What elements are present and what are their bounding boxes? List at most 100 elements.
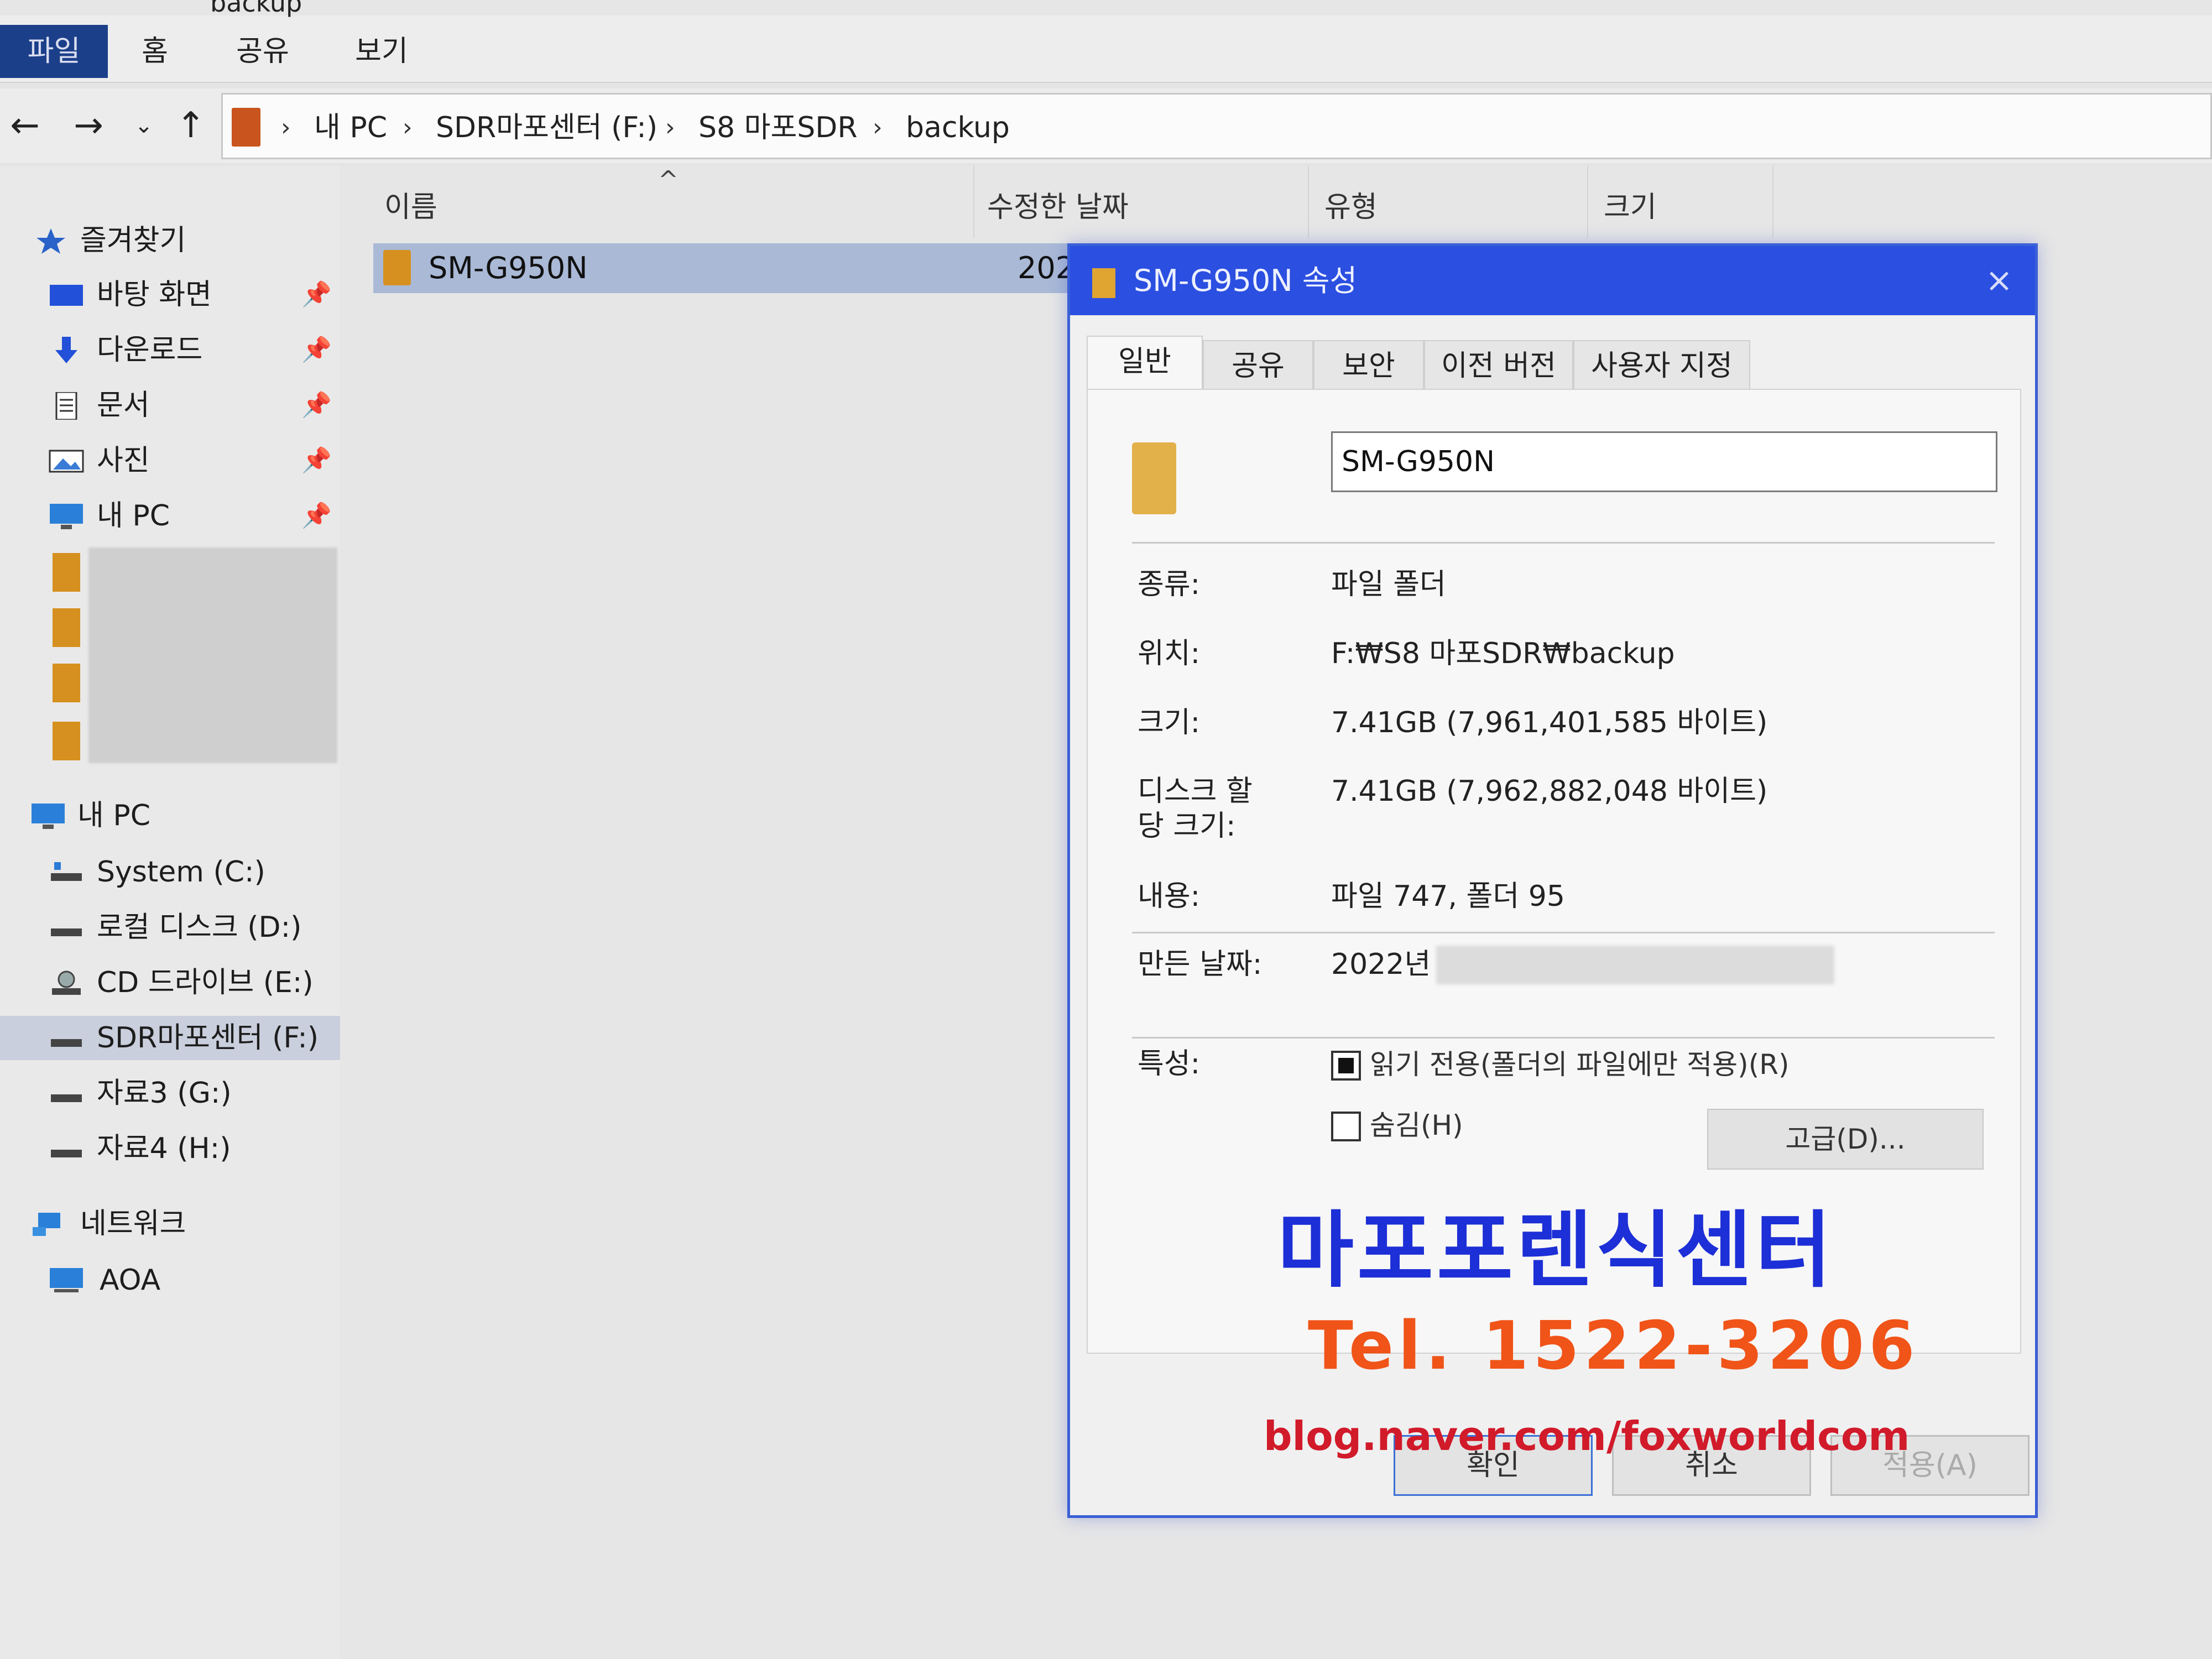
- tab-general[interactable]: 일반: [1087, 336, 1203, 391]
- column-header-name[interactable]: 이름: [384, 177, 437, 238]
- sidebar-item-label: 바탕 화면: [97, 278, 212, 311]
- sidebar-item-drive-g[interactable]: 자료3 (G:): [0, 1071, 340, 1115]
- folder-icon: [53, 722, 80, 760]
- drive-icon: [51, 1094, 82, 1102]
- size-label: 크기:: [1138, 706, 1201, 739]
- attributes-label: 특성:: [1138, 1047, 1201, 1081]
- sidebar-item-label: System (C:): [97, 855, 265, 889]
- dialog-title-bar[interactable]: SM-G950N 속성 ×: [1070, 246, 2035, 315]
- sidebar-item-label: SDR마포센터 (F:): [97, 1021, 319, 1055]
- sidebar-item-network[interactable]: 네트워크: [0, 1202, 340, 1246]
- column-header-modified[interactable]: 수정한 날짜: [987, 177, 1129, 238]
- sidebar-item-label: 즐겨찾기: [80, 224, 186, 257]
- sidebar-item-drive-f[interactable]: SDR마포센터 (F:): [0, 1016, 340, 1060]
- breadcrumb-separator-icon: ›: [665, 113, 675, 142]
- pin-icon: 📌: [301, 446, 332, 474]
- sidebar-item-drive-h[interactable]: 자료4 (H:): [0, 1126, 340, 1171]
- sidebar-item-drive-c[interactable]: System (C:): [0, 850, 340, 894]
- sidebar-item-label: 자료3 (G:): [97, 1077, 232, 1110]
- recent-locations-chevron-icon[interactable]: ⌄: [119, 101, 169, 150]
- hidden-checkbox[interactable]: [1331, 1112, 1361, 1141]
- drive-icon: [51, 1039, 82, 1047]
- divider: [1132, 542, 1995, 544]
- sidebar-item-pictures[interactable]: 사진 📌: [0, 439, 340, 483]
- tab-previous-versions[interactable]: 이전 버전: [1424, 340, 1573, 390]
- sidebar-item-quick-access[interactable]: 즐겨찾기: [0, 218, 340, 263]
- sidebar-item-drive-e[interactable]: CD 드라이브 (E:): [0, 961, 340, 1005]
- sidebar-item-label: 내 PC: [97, 499, 170, 533]
- ribbon-tab-file[interactable]: 파일: [0, 25, 108, 78]
- breadcrumb-separator-icon: ›: [873, 113, 883, 142]
- window-title: backup: [210, 0, 302, 18]
- up-arrow-icon[interactable]: ↑: [166, 101, 216, 150]
- readonly-label[interactable]: 읽기 전용(폴더의 파일에만 적용)(R): [1370, 1048, 1789, 1081]
- tab-customize[interactable]: 사용자 지정: [1573, 340, 1750, 390]
- folder-icon: [53, 608, 80, 647]
- back-arrow-icon[interactable]: ←: [0, 101, 50, 150]
- folder-name-input[interactable]: [1331, 431, 1997, 492]
- network-icon: [33, 1213, 60, 1236]
- download-arrow-icon: [55, 337, 77, 363]
- cd-drive-icon: [52, 971, 81, 995]
- watermark-blog-url: blog.naver.com/foxworldcom: [1264, 1413, 1910, 1459]
- sidebar-item-downloads[interactable]: 다운로드 📌: [0, 328, 340, 372]
- folder-icon: [53, 664, 80, 702]
- tab-sharing[interactable]: 공유: [1203, 340, 1313, 390]
- sidebar-item-label: 문서: [97, 389, 150, 422]
- folder-icon: [232, 108, 260, 147]
- advanced-button[interactable]: 고급(D)...: [1707, 1109, 1984, 1170]
- document-icon: [55, 392, 77, 420]
- column-divider[interactable]: [1308, 166, 1309, 238]
- dialog-tabs: 일반 공유 보안 이전 버전 사용자 지정: [1087, 336, 2027, 391]
- tab-security[interactable]: 보안: [1313, 340, 1424, 390]
- location-value: F:₩S8 마포SDR₩backup: [1331, 637, 1675, 670]
- ribbon-tab-home[interactable]: 홈: [130, 25, 180, 78]
- forward-arrow-icon[interactable]: →: [64, 101, 113, 150]
- navigation-pane: 즐겨찾기 바탕 화면 📌 다운로드 📌 문서 📌 사진 📌 내 PC 📌 내 P…: [0, 166, 340, 1659]
- breadcrumb-backup[interactable]: backup: [906, 107, 1010, 149]
- contents-value: 파일 747, 폴더 95: [1331, 880, 1565, 913]
- sidebar-item-this-pc[interactable]: 내 PC: [0, 794, 340, 838]
- breadcrumb-s8-folder[interactable]: S8 마포SDR: [698, 107, 857, 149]
- sidebar-item-drive-d[interactable]: 로컬 디스크 (D:): [0, 905, 340, 950]
- sidebar-item-aoa[interactable]: AOA: [0, 1258, 340, 1302]
- sidebar-item-label: 네트워크: [80, 1207, 186, 1240]
- folder-icon: [383, 250, 411, 285]
- ribbon-tab-view[interactable]: 보기: [346, 25, 418, 78]
- folder-icon: [1132, 442, 1176, 514]
- column-divider[interactable]: [1772, 166, 1773, 238]
- hidden-label[interactable]: 숨김(H): [1370, 1109, 1463, 1142]
- sidebar-item-desktop[interactable]: 바탕 화면 📌: [0, 273, 340, 317]
- sort-ascending-icon: ^: [658, 166, 679, 194]
- readonly-checkbox[interactable]: [1331, 1051, 1361, 1081]
- folder-icon: [53, 553, 80, 592]
- desktop-icon: [50, 285, 83, 306]
- sidebar-item-label: 로컬 디스크 (D:): [97, 911, 302, 944]
- dialog-title: SM-G950N 속성: [1134, 263, 1358, 298]
- divider: [1132, 1037, 1995, 1039]
- column-divider[interactable]: [1587, 166, 1588, 238]
- sidebar-item-this-pc-pinned[interactable]: 내 PC 📌: [0, 494, 340, 538]
- close-icon[interactable]: ×: [1971, 246, 2027, 315]
- breadcrumb-drive-f[interactable]: SDR마포센터 (F:): [436, 107, 658, 149]
- created-value: 2022년: [1331, 948, 1431, 981]
- address-box[interactable]: › 내 PC › SDR마포센터 (F:) › S8 마포SDR › backu…: [221, 93, 2212, 159]
- address-bar-area: ← → ⌄ ↑ › 내 PC › SDR마포센터 (F:) › S8 마포SDR…: [0, 88, 2212, 163]
- sidebar-item-label: CD 드라이브 (E:): [97, 966, 314, 999]
- drive-icon: [51, 1150, 82, 1157]
- column-header-type[interactable]: 유형: [1324, 177, 1378, 238]
- pin-icon: 📌: [301, 391, 332, 419]
- pin-icon: 📌: [301, 280, 332, 309]
- column-header-size[interactable]: 크기: [1604, 177, 1657, 238]
- sidebar-item-documents[interactable]: 문서 📌: [0, 383, 340, 427]
- column-divider[interactable]: [973, 166, 974, 238]
- breadcrumb-separator-icon: ›: [281, 113, 291, 142]
- sidebar-item-label: 내 PC: [77, 799, 151, 832]
- breadcrumb-separator-icon: ›: [403, 113, 413, 142]
- quick-access-toolbar: backup: [0, 0, 2212, 18]
- redacted-created-date: [1436, 946, 1834, 984]
- sidebar-item-label: AOA: [100, 1264, 161, 1297]
- breadcrumb-this-pc[interactable]: 내 PC: [314, 107, 387, 149]
- ribbon-tab-share[interactable]: 공유: [227, 25, 299, 78]
- created-label: 만든 날짜:: [1138, 948, 1262, 981]
